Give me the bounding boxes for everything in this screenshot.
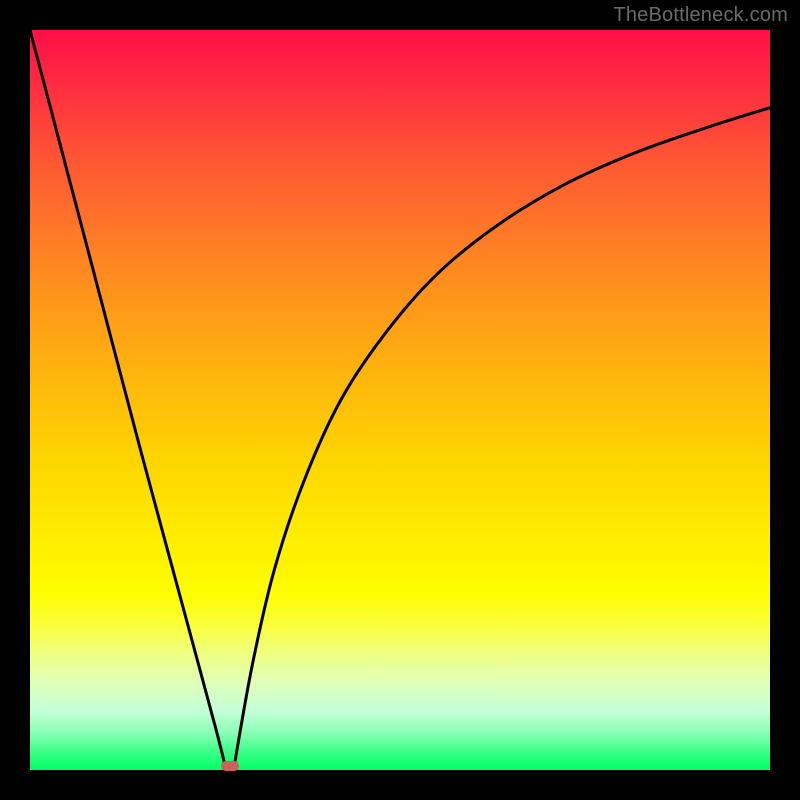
- minimum-marker: [221, 761, 239, 771]
- curve-right-branch: [234, 108, 771, 770]
- plot-area: [30, 30, 770, 770]
- curve-layer: [30, 30, 770, 770]
- chart-frame: TheBottleneck.com: [0, 0, 800, 800]
- watermark-text: TheBottleneck.com: [613, 4, 788, 27]
- curve-left-branch: [30, 30, 226, 770]
